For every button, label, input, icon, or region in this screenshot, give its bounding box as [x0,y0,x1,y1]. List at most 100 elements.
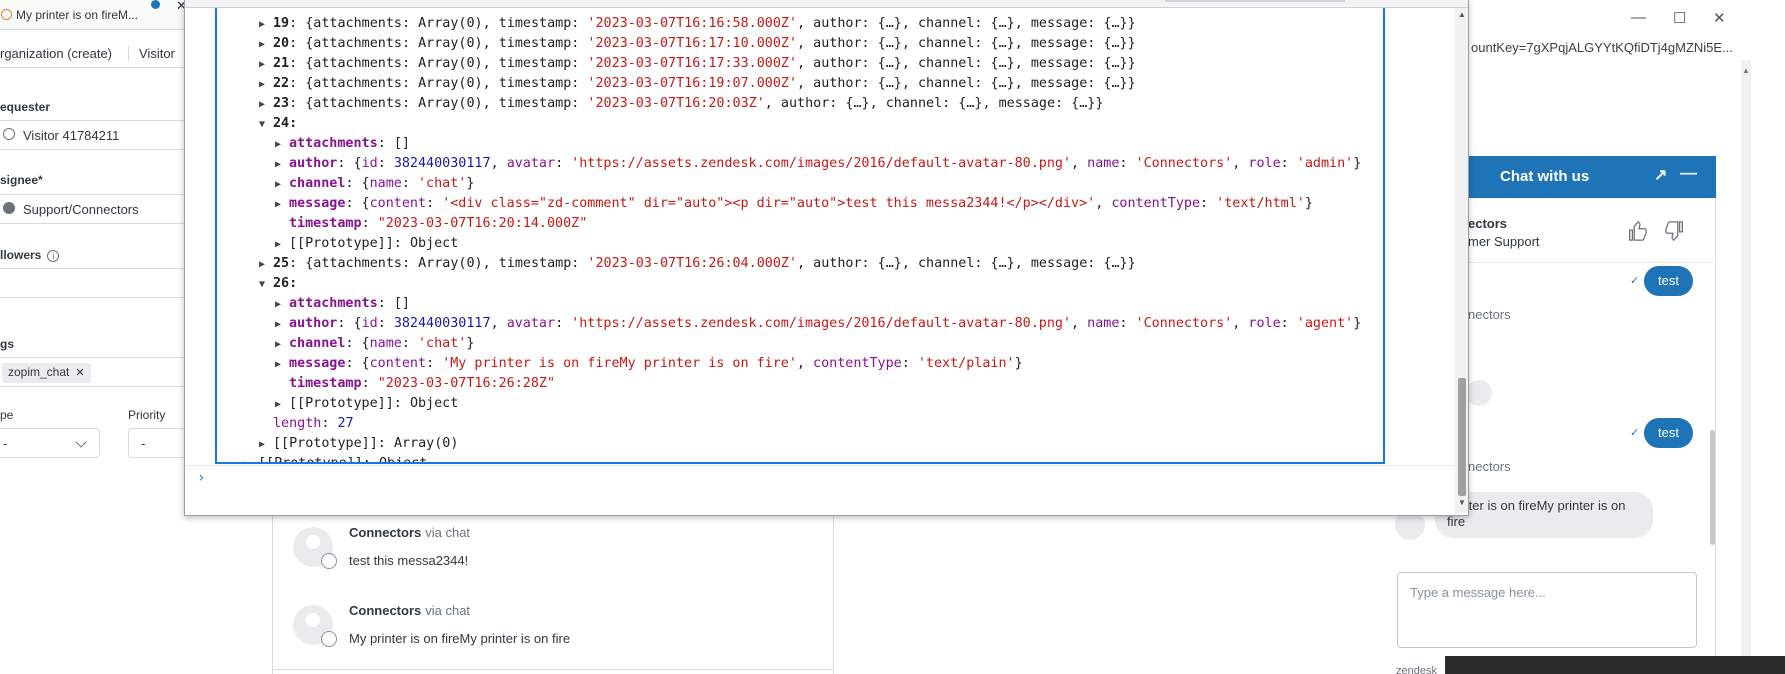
console-scrollbar[interactable]: ▲ ▼ [1455,8,1468,514]
console-prototype[interactable]: ▶ [[Prototype]]: Array(0) [259,434,458,454]
console-array-entry[interactable]: ▼ 24: [259,114,297,134]
comment-body: test this messa2344! [349,553,469,568]
console-property[interactable]: ▶ channel: {name: 'chat'} [275,334,474,354]
collapse-triangle-icon[interactable]: ▼ [259,115,273,135]
expand-triangle-icon[interactable]: ▶ [275,295,289,315]
info-icon[interactable]: i [47,250,60,262]
breadcrumb-visitor[interactable]: Visitor [128,46,175,61]
close-window-icon[interactable]: ✕ [1713,9,1726,27]
thumbs-down-icon[interactable] [1664,220,1686,242]
group-icon [3,202,15,214]
comment-body: My printer is on fireMy printer is on fi… [349,631,571,646]
followers-field[interactable] [0,268,186,298]
expand-triangle-icon[interactable]: ▶ [275,135,289,155]
console-property[interactable]: ▶ attachments: [] [275,294,410,314]
expand-triangle-icon[interactable]: ▶ [275,355,289,375]
expand-triangle-icon[interactable]: ▶ [259,55,273,75]
scroll-up-icon[interactable]: ▲ [1742,66,1750,75]
console-array-entry[interactable]: ▶ 22: {attachments: Array(0), timestamp: … [259,74,1136,94]
author-name[interactable]: Connectors [349,525,421,540]
collapse-triangle-icon[interactable]: ▼ [259,275,273,295]
expand-triangle-icon[interactable]: ▶ [259,255,273,275]
type-label: pe [0,408,14,422]
comment-channel: via chat [425,603,471,618]
expand-triangle-icon[interactable]: ▶ [259,435,273,455]
sent-check-icon: ✓ [1630,427,1640,439]
popout-icon[interactable]: ↗ [1654,165,1667,185]
console-input[interactable]: › [185,465,1455,515]
thumbs-up-icon[interactable] [1626,220,1648,242]
chat-title: Chat with us [1500,168,1590,185]
console-array-entry[interactable]: ▶ 25: {attachments: Array(0), timestamp: … [259,254,1136,274]
console-output: ▶ 19: {attachments: Array(0), timestamp: … [215,8,1385,464]
conversation-item: Connectors via chat test this messa2344! [293,515,813,575]
console-array-entry[interactable]: ▼ 26: [259,274,297,294]
devtools-window: ▶ 19: {attachments: Array(0), timestamp: … [184,0,1469,516]
console-array-entry[interactable]: ▶ 21: {attachments: Array(0), timestamp: … [259,54,1136,74]
tags-label: gs [0,337,15,351]
agent-role: mer Support [1468,234,1540,249]
console-array-entry[interactable]: ▶ 19: {attachments: Array(0), timestamp: … [259,14,1136,34]
console-prototype[interactable]: ▶[[Prototype]]: Object [244,454,427,462]
breadcrumb-organization[interactable]: rganization (create) [0,46,112,61]
agent-label: nectors [1468,459,1511,474]
chat-header: Chat with us ↗ — [1468,156,1716,198]
unread-dot-icon [151,0,160,9]
expand-triangle-icon[interactable]: ▶ [275,395,289,415]
console-property[interactable]: ▶ attachments: [] [275,134,410,154]
address-bar[interactable]: ountKey=7gXPqjALGYYtKQfiDTj4gMZNi5E... [1471,40,1733,55]
outgoing-message: test [1644,418,1693,448]
console-property[interactable]: ▶ message: {content: 'My printer is on fi… [275,354,1023,374]
expand-triangle-icon[interactable]: ▶ [275,155,289,175]
chat-message-input[interactable]: Type a message here... [1397,572,1697,648]
comment-author: Connectors via chat [349,603,470,618]
expand-triangle-icon[interactable]: ▶ [259,75,273,95]
scroll-down-icon[interactable]: ▼ [1458,498,1466,507]
expand-triangle-icon[interactable]: ▶ [275,335,289,355]
minimize-window-icon[interactable]: — [1631,9,1646,26]
agent-name: ectors [1468,216,1508,231]
remove-tag-icon[interactable]: ✕ [75,367,84,379]
console-property[interactable]: ▶ message: {content: '<div class="zd-comm… [275,194,1313,214]
expand-triangle-icon[interactable]: ▶ [275,315,289,335]
console-property[interactable]: ▶ channel: {name: 'chat'} [275,174,474,194]
ticket-sidebar: My printer is on fireM... ✕ rganization … [0,0,187,480]
console-prototype[interactable]: ▶[[Prototype]]: Object [275,394,458,414]
chevron-down-icon [75,436,87,448]
minimize-chat-icon[interactable]: — [1680,163,1697,183]
expand-triangle-icon[interactable]: ▶ [275,175,289,195]
priority-label: Priority [128,408,166,422]
type-select[interactable]: - [0,428,100,458]
console-prototype[interactable]: ▶[[Prototype]]: Object [275,234,458,254]
console-property: timestamp: "2023-03-07T16:20:14.000Z" [289,216,588,231]
taskbar [1445,656,1785,674]
agent-badge-icon [321,553,337,569]
page-scrollbar[interactable] [1741,60,1751,674]
console-array-entry[interactable]: ▶ 20: {attachments: Array(0), timestamp: … [259,34,1136,54]
avatar [1466,380,1492,406]
scroll-thumb[interactable] [1458,378,1466,496]
console-array-entry[interactable]: ▶ 23: {attachments: Array(0), timestamp: … [259,94,1103,114]
expand-triangle-icon[interactable]: ▶ [259,35,273,55]
expand-triangle-icon[interactable]: ▶ [259,95,273,115]
expand-triangle-icon[interactable]: ▶ [275,195,289,215]
console-property[interactable]: ▶ author: {id: 382440030117, avatar: 'htt… [275,154,1361,174]
ticket-tab[interactable]: My printer is on fireM... ✕ [0,0,187,30]
expand-triangle-icon[interactable]: ▶ [244,455,258,462]
console-property[interactable]: ▶ author: {id: 382440030117, avatar: 'htt… [275,314,1361,334]
comment-channel: via chat [425,525,471,540]
chat-scrollbar[interactable] [1710,430,1715,545]
expand-triangle-icon[interactable]: ▶ [259,15,273,35]
maximize-window-icon[interactable]: ☐ [1673,9,1686,27]
followers-label: llowers i [0,248,60,262]
chat-input-placeholder: Type a message here... [1410,585,1546,600]
assignee-field[interactable]: Support/Connectors [0,194,186,224]
author-name[interactable]: Connectors [349,603,421,618]
requester-field[interactable]: Visitor 41784211 [0,120,186,150]
priority-select[interactable]: - [128,428,186,458]
scroll-up-icon[interactable]: ▲ [1458,10,1466,19]
expand-triangle-icon[interactable]: ▶ [275,235,289,255]
prompt-chevron-icon: › [197,470,206,486]
conversation-item: Connectors via chat My printer is on fire… [293,593,813,653]
requester-label: equester [0,100,51,114]
